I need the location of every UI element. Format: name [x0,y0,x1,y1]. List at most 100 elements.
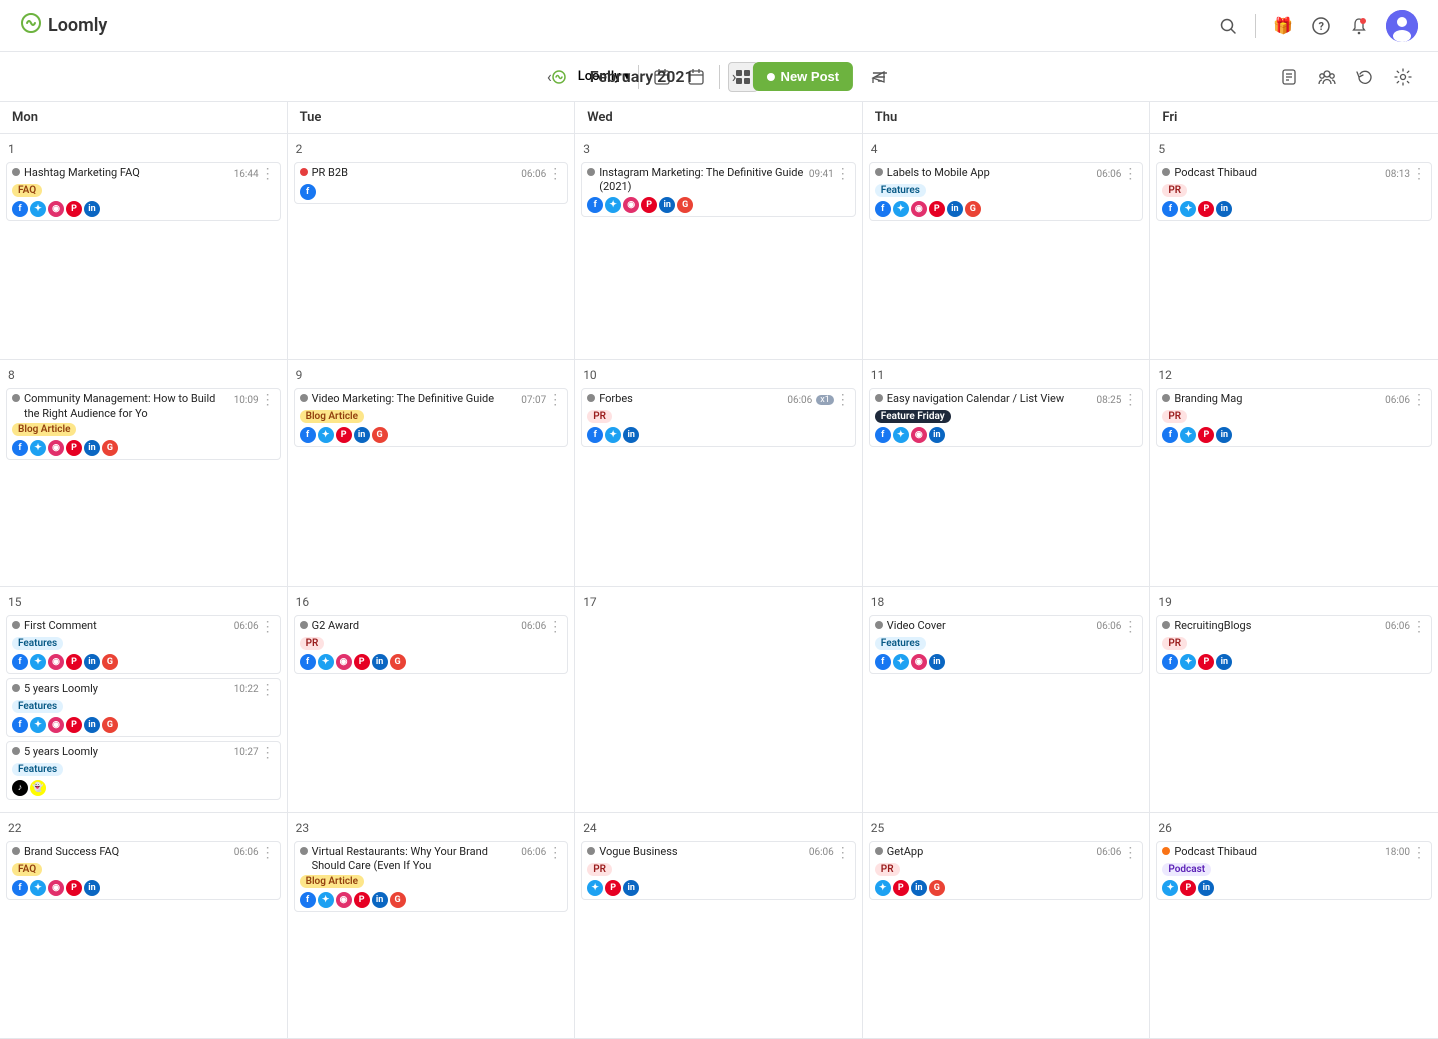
post-more-button[interactable]: ⋮ [548,845,562,861]
next-month-button[interactable]: › [728,63,741,90]
post-more-button[interactable]: ⋮ [261,682,275,698]
post-card[interactable]: G2 Award06:06⋮PRf✦◉PinG [294,615,569,674]
post-more-button[interactable]: ⋮ [1123,845,1137,861]
date-number: 2 [294,140,569,158]
calendar-cell-3-2[interactable]: 16 G2 Award06:06⋮PRf✦◉PinG [288,587,576,812]
post-card[interactable]: Brand Success FAQ06:06⋮FAQf✦◉Pin [6,841,281,900]
nav-right: 🎁 ? [1217,10,1418,42]
date-number: 16 [294,593,569,611]
post-meta: 06:06⋮ [1385,392,1426,408]
post-more-button[interactable]: ⋮ [1412,166,1426,182]
post-more-button[interactable]: ⋮ [261,745,275,761]
post-title: Forbes [599,392,633,406]
calendar-cell-2-4[interactable]: 11Easy navigation Calendar / List View08… [863,360,1151,585]
post-more-button[interactable]: ⋮ [261,619,275,635]
ig-icon: ◉ [336,892,352,908]
calendar-cell-2-2[interactable]: 9Video Marketing: The Definitive Guide07… [288,360,576,585]
calendar-cell-1-1[interactable]: 1Hashtag Marketing FAQ16:44⋮FAQf✦◉Pin [0,134,288,359]
settings-icon[interactable] [1388,62,1418,92]
post-card[interactable]: Branding Mag06:06⋮PRf✦Pin [1156,388,1432,447]
post-card[interactable]: Instagram Marketing: The Definitive Guid… [581,162,856,217]
post-time: 10:22 [234,684,259,695]
calendar-cell-2-5[interactable]: 12Branding Mag06:06⋮PRf✦Pin [1150,360,1438,585]
post-card[interactable]: Video Marketing: The Definitive Guide07:… [294,388,569,447]
calendar-cell-4-2[interactable]: 23Virtual Restaurants: Why Your Brand Sh… [288,813,576,1038]
refresh-icon[interactable] [1350,62,1380,92]
post-more-button[interactable]: ⋮ [836,166,850,182]
post-more-button[interactable]: ⋮ [1412,845,1426,861]
calendar-cell-1-5[interactable]: 5Podcast Thibaud08:13⋮PRf✦Pin [1150,134,1438,359]
post-card[interactable]: Community Management: How to Build the R… [6,388,281,460]
post-title: Easy navigation Calendar / List View [887,392,1064,406]
post-card[interactable]: Easy navigation Calendar / List View08:2… [869,388,1144,447]
prev-month-button[interactable]: ‹ [543,63,556,90]
calendar-cell-3-4[interactable]: 18Video Cover06:06⋮Featuresf✦◉in [863,587,1151,812]
day-header-wed: Wed [575,102,863,133]
post-more-button[interactable]: ⋮ [261,845,275,861]
post-card[interactable]: Podcast Thibaud08:13⋮PRf✦Pin [1156,162,1432,221]
post-card[interactable]: Labels to Mobile App06:06⋮Featuresf✦◉Pin… [869,162,1144,221]
post-more-button[interactable]: ⋮ [1123,392,1137,408]
post-more-button[interactable]: ⋮ [1412,619,1426,635]
post-title-row: Video Cover [875,619,946,633]
post-tag: PR [1162,410,1187,423]
avatar[interactable] [1386,10,1418,42]
post-time: 16:44 [234,169,259,180]
tw-icon: ✦ [893,427,909,443]
calendar-cell-2-3[interactable]: 10Forbes06:06x1⋮PRf✦in [575,360,863,585]
new-post-button[interactable]: New Post [753,62,854,91]
post-title-row: Virtual Restaurants: Why Your Brand Shou… [300,845,518,874]
post-card[interactable]: PR B2B06:06⋮f [294,162,569,204]
filter-icon[interactable] [865,62,895,92]
calendar-cell-3-3[interactable]: 17 [575,587,863,812]
calendar-cell-1-2[interactable]: 2 PR B2B06:06⋮f [288,134,576,359]
team-icon[interactable] [1312,62,1342,92]
calendar-cell-4-4[interactable]: 25GetApp06:06⋮PR✦PinG [863,813,1151,1038]
post-status-dot [12,394,20,402]
post-more-button[interactable]: ⋮ [1412,392,1426,408]
bell-icon[interactable] [1348,15,1370,37]
li-icon: in [1216,201,1232,217]
post-status-dot [1162,621,1170,629]
fb-icon: f [587,427,603,443]
post-card[interactable]: 5 years Loomly10:22⋮Featuresf✦◉PinG [6,678,281,737]
post-card[interactable]: Virtual Restaurants: Why Your Brand Shou… [294,841,569,913]
calendar-cell-4-5[interactable]: 26Podcast Thibaud18:00⋮Podcast✦Pin [1150,813,1438,1038]
post-more-button[interactable]: ⋮ [261,392,275,408]
gift-icon[interactable]: 🎁 [1272,15,1294,37]
search-icon[interactable] [1217,15,1239,37]
post-card[interactable]: First Comment06:06⋮Featuresf✦◉PinG [6,615,281,674]
help-icon[interactable]: ? [1310,15,1332,37]
fb-icon: f [300,654,316,670]
post-meta: 10:22⋮ [234,682,275,698]
notes-icon[interactable] [1274,62,1304,92]
calendar-cell-4-3[interactable]: 24Vogue Business06:06⋮PR✦Pin [575,813,863,1038]
post-more-button[interactable]: ⋮ [548,392,562,408]
post-card[interactable]: Vogue Business06:06⋮PR✦Pin [581,841,856,900]
pi-icon: P [1198,201,1214,217]
post-more-button[interactable]: ⋮ [836,392,850,408]
post-more-button[interactable]: ⋮ [1123,619,1137,635]
post-card[interactable]: Podcast Thibaud18:00⋮Podcast✦Pin [1156,841,1432,900]
post-card[interactable]: Video Cover06:06⋮Featuresf✦◉in [869,615,1144,674]
post-status-dot [12,168,20,176]
post-more-button[interactable]: ⋮ [1123,166,1137,182]
post-time: 06:06 [1096,169,1121,180]
post-more-button[interactable]: ⋮ [836,845,850,861]
calendar-cell-1-3[interactable]: 3Instagram Marketing: The Definitive Gui… [575,134,863,359]
post-card[interactable]: RecruitingBlogs06:06⋮PRf✦Pin [1156,615,1432,674]
calendar-cell-3-1[interactable]: 15First Comment06:06⋮Featuresf✦◉PinG5 ye… [0,587,288,812]
calendar-cell-4-1[interactable]: 22Brand Success FAQ06:06⋮FAQf✦◉Pin [0,813,288,1038]
day-header-tue: Tue [288,102,576,133]
calendar-cell-1-4[interactable]: 4Labels to Mobile App06:06⋮Featuresf✦◉Pi… [863,134,1151,359]
calendar-cell-3-5[interactable]: 19RecruitingBlogs06:06⋮PRf✦Pin [1150,587,1438,812]
li-icon: in [1216,654,1232,670]
post-more-button[interactable]: ⋮ [261,166,275,182]
post-card[interactable]: Forbes06:06x1⋮PRf✦in [581,388,856,447]
post-card[interactable]: GetApp06:06⋮PR✦PinG [869,841,1144,900]
post-card[interactable]: 5 years Loomly10:27⋮Features♪👻 [6,741,281,800]
post-card[interactable]: Hashtag Marketing FAQ16:44⋮FAQf✦◉Pin [6,162,281,221]
post-more-button[interactable]: ⋮ [548,166,562,182]
post-more-button[interactable]: ⋮ [548,619,562,635]
calendar-cell-2-1[interactable]: 8Community Management: How to Build the … [0,360,288,585]
